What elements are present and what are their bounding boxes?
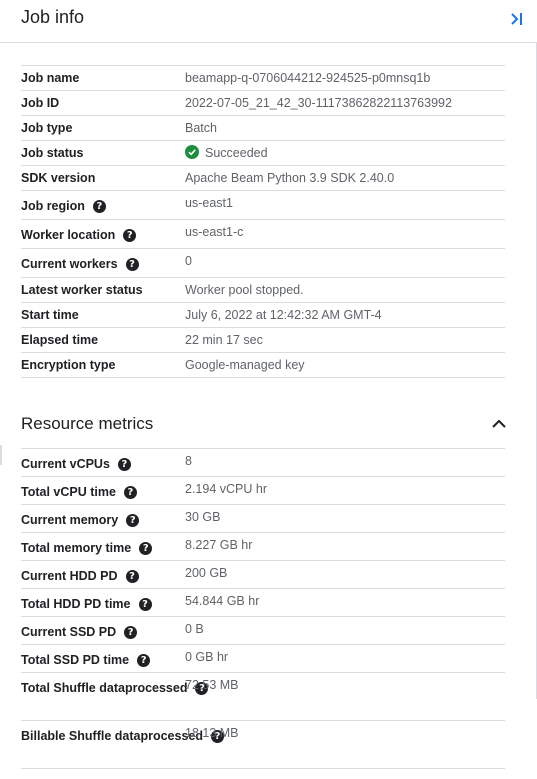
job-info-row: Job type Batch bbox=[21, 116, 505, 141]
job-info-row: SDK version Apache Beam Python 3.9 SDK 2… bbox=[21, 166, 505, 191]
job-info-value: us-east1-c bbox=[185, 225, 244, 239]
metric-value: 0 GB hr bbox=[185, 650, 229, 664]
metric-row: Current memory? 30 GB bbox=[21, 505, 505, 533]
help-icon[interactable]: ? bbox=[123, 229, 137, 242]
job-info-row: Job status Succeeded bbox=[21, 141, 505, 166]
job-status-value: Succeeded bbox=[185, 141, 505, 165]
job-info-value: beamapp-q-0706044212-924525-p0mnsq1b bbox=[185, 71, 431, 85]
job-info-row: Job name beamapp-q-0706044212-924525-p0m… bbox=[21, 66, 505, 91]
metric-value: 18.13 MB bbox=[185, 726, 239, 740]
help-icon[interactable]: ? bbox=[117, 458, 131, 471]
metric-value: 72.53 MB bbox=[185, 678, 239, 692]
job-info-row: Encryption type Google-managed key bbox=[21, 353, 505, 378]
job-info-key: Job name bbox=[21, 71, 80, 85]
job-info-key: Job ID bbox=[21, 96, 60, 110]
help-icon[interactable]: ? bbox=[125, 570, 139, 583]
metric-key: Current HDD PD bbox=[21, 569, 118, 583]
help-icon[interactable]: ? bbox=[139, 542, 153, 555]
metric-key: Current SSD PD bbox=[21, 625, 117, 639]
job-info-row: Current workers? 0 bbox=[21, 249, 505, 278]
job-info-key: SDK version bbox=[21, 171, 96, 185]
job-info-row: Elapsed time 22 min 17 sec bbox=[21, 328, 505, 353]
metric-row: Current HDD PD? 200 GB bbox=[21, 561, 505, 589]
metric-value: 8.227 GB hr bbox=[185, 538, 253, 552]
metric-value: 200 GB bbox=[185, 566, 228, 580]
resource-metrics-table: Current vCPUs? 8 Total vCPU time? 2.194 … bbox=[21, 448, 505, 769]
job-info-row: Worker location? us-east1-c bbox=[21, 220, 505, 249]
metric-key: Total vCPU time bbox=[21, 485, 116, 499]
resource-metrics-header[interactable]: Resource metrics bbox=[21, 398, 506, 448]
check-circle-icon bbox=[185, 145, 199, 159]
help-icon[interactable]: ? bbox=[137, 654, 151, 667]
metric-key-line2: processed bbox=[124, 681, 188, 695]
help-icon[interactable]: ? bbox=[125, 258, 139, 271]
job-info-value: Google-managed key bbox=[185, 358, 305, 372]
job-info-key: Encryption type bbox=[21, 358, 116, 372]
metric-row: Total Shuffle data processed? 72.53 MB bbox=[21, 673, 505, 721]
job-info-row: Latest worker status Worker pool stopped… bbox=[21, 278, 505, 303]
metric-row: Total memory time? 8.227 GB hr bbox=[21, 533, 505, 561]
metric-row: Total HDD PD time? 54.844 GB hr bbox=[21, 589, 505, 617]
metric-value: 54.844 GB hr bbox=[185, 594, 260, 608]
job-info-key: Current workers bbox=[21, 257, 118, 271]
job-info-row: Job region? us-east1 bbox=[21, 191, 505, 220]
job-info-value: 2022-07-05_21_42_30-11173862822113763992 bbox=[185, 96, 452, 110]
resource-metrics-title: Resource metrics bbox=[21, 414, 154, 433]
help-icon[interactable]: ? bbox=[123, 486, 137, 499]
metric-key-line1: Billable Shuffle data bbox=[21, 729, 141, 743]
metric-value: 8 bbox=[185, 454, 192, 468]
help-icon[interactable]: ? bbox=[92, 200, 106, 213]
metric-value: 0 B bbox=[185, 622, 204, 636]
job-info-value: us-east1 bbox=[185, 196, 233, 210]
job-info-key: Worker location bbox=[21, 228, 116, 242]
job-info-row: Start time July 6, 2022 at 12:42:32 AM G… bbox=[21, 303, 505, 328]
metric-value: 2.194 vCPU hr bbox=[185, 482, 267, 496]
metric-row: Current SSD PD? 0 B bbox=[21, 617, 505, 645]
help-icon[interactable]: ? bbox=[124, 626, 138, 639]
job-info-key: Latest worker status bbox=[21, 283, 143, 297]
metric-key: Total memory time bbox=[21, 541, 132, 555]
panel-title: Job info bbox=[21, 7, 85, 27]
metric-value: 30 GB bbox=[185, 510, 221, 524]
metric-row: Total vCPU time? 2.194 vCPU hr bbox=[21, 477, 505, 505]
job-info-value: Batch bbox=[185, 121, 217, 135]
job-info-table: Job name beamapp-q-0706044212-924525-p0m… bbox=[21, 65, 505, 378]
job-info-value: Worker pool stopped. bbox=[185, 283, 304, 297]
job-info-row: Job ID 2022-07-05_21_42_30-1117386282211… bbox=[21, 91, 505, 116]
help-icon[interactable]: ? bbox=[126, 514, 140, 527]
panel-header: Job info bbox=[0, 0, 537, 43]
job-info-value: July 6, 2022 at 12:42:32 AM GMT-4 bbox=[185, 308, 382, 322]
job-info-value: 22 min 17 sec bbox=[185, 333, 263, 347]
metric-key: Total HDD PD time bbox=[21, 597, 131, 611]
collapse-panel-icon[interactable] bbox=[507, 9, 527, 29]
metric-key: Current vCPUs bbox=[21, 457, 110, 471]
help-icon[interactable]: ? bbox=[138, 598, 152, 611]
panel-resize-handle[interactable] bbox=[0, 445, 2, 465]
job-info-value: Apache Beam Python 3.9 SDK 2.40.0 bbox=[185, 171, 395, 185]
job-info-key: Job type bbox=[21, 121, 73, 135]
metric-key: Current memory bbox=[21, 513, 119, 527]
metric-row: Billable Shuffle data processed? 18.13 M… bbox=[21, 721, 505, 769]
metric-row: Current vCPUs? 8 bbox=[21, 449, 505, 477]
job-info-key: Elapsed time bbox=[21, 333, 99, 347]
job-info-key: Job status bbox=[21, 146, 84, 160]
metric-key-line1: Total Shuffle data bbox=[21, 681, 125, 695]
job-info-value: 0 bbox=[185, 254, 192, 268]
job-info-key: Job region bbox=[21, 199, 85, 213]
chevron-up-icon[interactable] bbox=[489, 414, 509, 434]
job-status-text: Succeeded bbox=[205, 146, 268, 160]
metric-key: Total SSD PD time bbox=[21, 653, 130, 667]
job-info-key: Start time bbox=[21, 308, 79, 322]
metric-row: Total SSD PD time? 0 GB hr bbox=[21, 645, 505, 673]
